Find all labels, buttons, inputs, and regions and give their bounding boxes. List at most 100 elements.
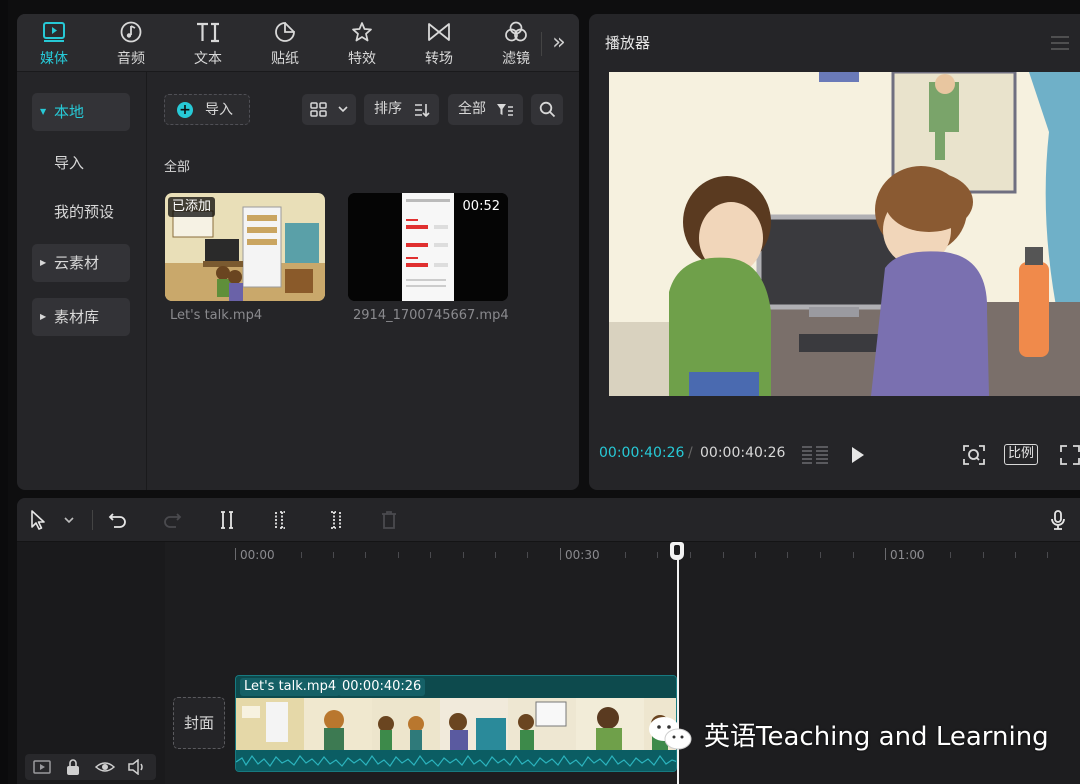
playhead-handle[interactable] — [670, 542, 684, 560]
sidebar-item-label: 云素材 — [54, 254, 100, 272]
lock-icon[interactable] — [65, 758, 81, 776]
tab-media[interactable]: 媒体 — [19, 14, 89, 72]
sort-label: 排序 — [374, 101, 402, 117]
ruler-tick — [527, 552, 528, 558]
text-icon — [197, 22, 219, 43]
expand-icon[interactable] — [1059, 444, 1080, 466]
search-button[interactable] — [531, 94, 563, 125]
audio-icon — [120, 21, 142, 43]
ruler-tick — [1047, 552, 1048, 558]
redo-icon — [164, 513, 182, 528]
media-filename: Let's talk.mp4 — [170, 308, 263, 323]
tab-effects[interactable]: 特效 — [327, 14, 397, 72]
media-panel: 媒体 音频 文本 贴纸 特效 转场 滤镜 » ▼ 本地 导入 我的预设 ▶ 云素… — [17, 14, 579, 490]
filter-label: 全部 — [458, 101, 486, 117]
effects-icon — [352, 22, 372, 42]
filter-icon — [505, 21, 527, 42]
grid-icon — [310, 102, 327, 117]
filter-button[interactable]: 全部 — [448, 94, 523, 125]
ruler-tick — [625, 552, 626, 558]
cartoon-scene-image — [609, 72, 1080, 396]
ruler-tick — [723, 552, 724, 558]
tab-media-label: 媒体 — [40, 51, 68, 67]
ruler-tick — [950, 552, 951, 558]
ruler-tick — [983, 552, 984, 558]
search-icon — [539, 101, 556, 118]
speaker-icon[interactable] — [127, 759, 147, 775]
transition-icon — [428, 23, 450, 41]
time-ruler[interactable]: 00:00 00:30 01:00 — [165, 542, 1080, 568]
trim-right-icon[interactable] — [324, 509, 346, 531]
watermark-text: 英语Teaching and Learning — [704, 722, 1049, 752]
tab-sticker[interactable]: 贴纸 — [250, 14, 320, 72]
chevron-down-icon — [338, 106, 348, 113]
cover-button[interactable]: 封面 — [173, 697, 225, 749]
track-header-column — [17, 542, 165, 784]
timeline-toolbar — [17, 498, 1080, 542]
import-button-label: 导入 — [205, 102, 233, 118]
sidebar-item-local[interactable]: ▼ 本地 — [32, 93, 130, 131]
import-button[interactable]: + 导入 — [164, 94, 250, 125]
video-track-icon[interactable] — [33, 759, 51, 775]
tab-audio[interactable]: 音频 — [96, 14, 166, 72]
sidebar-item-import[interactable]: 导入 — [32, 144, 130, 182]
play-icon[interactable] — [849, 444, 867, 466]
media-thumbnail-recording[interactable]: 00:52 — [348, 193, 508, 301]
tab-text-label: 文本 — [194, 51, 222, 67]
toolbar-divider — [92, 510, 93, 530]
tab-transition[interactable]: 转场 — [404, 14, 474, 72]
player-title: 播放器 — [605, 34, 651, 52]
ruler-tick — [853, 552, 854, 558]
select-cursor-icon[interactable] — [27, 509, 49, 531]
sidebar-item-label: 素材库 — [54, 308, 100, 326]
split-icon[interactable] — [216, 509, 238, 531]
chevron-down-icon[interactable] — [58, 509, 80, 531]
ruler-tick — [235, 548, 236, 560]
ruler-tick — [560, 548, 561, 560]
menu-icon[interactable] — [1051, 36, 1069, 50]
view-mode-button[interactable] — [302, 94, 356, 125]
eye-icon[interactable] — [95, 759, 115, 775]
waveform-icon[interactable] — [801, 444, 829, 466]
sidebar-item-cloud[interactable]: ▶ 云素材 — [32, 244, 130, 282]
undo-icon[interactable] — [107, 509, 129, 531]
tab-sticker-label: 贴纸 — [271, 51, 299, 67]
section-label: 全部 — [164, 160, 191, 175]
video-clip[interactable]: Let's talk.mp4 00:00:40:26 — [235, 675, 677, 772]
window-edge — [0, 0, 8, 784]
trim-left-icon[interactable] — [270, 509, 292, 531]
clip-frames-strip — [236, 698, 676, 750]
ruler-tick — [787, 552, 788, 558]
ruler-tick — [398, 552, 399, 558]
microphone-icon[interactable] — [1047, 509, 1069, 531]
ruler-label: 01:00 — [890, 548, 925, 562]
ruler-tick — [301, 552, 302, 558]
tab-text[interactable]: 文本 — [173, 14, 243, 72]
tab-transition-label: 转场 — [425, 51, 453, 67]
current-time: 00:00:40:26 — [599, 445, 685, 461]
sidebar-item-library[interactable]: ▶ 素材库 — [32, 298, 130, 336]
ratio-button[interactable]: 比例 — [1004, 444, 1038, 465]
clip-header: Let's talk.mp4 00:00:40:26 — [236, 676, 676, 698]
video-preview[interactable] — [609, 72, 1080, 396]
ruler-tick — [365, 552, 366, 558]
more-tabs-chevron-icon[interactable]: » — [547, 32, 571, 54]
ruler-tick — [430, 552, 431, 558]
caret-down-icon: ▼ — [40, 107, 47, 116]
player-panel: 播放器 00:00:40:26 / 00:00:40:26 比例 — [589, 14, 1080, 490]
time-separator: / — [688, 445, 693, 461]
ruler-tick — [885, 548, 886, 560]
sidebar-item-my-presets[interactable]: 我的预设 — [32, 193, 130, 231]
audio-waveform — [236, 750, 676, 771]
fullscreen-fit-icon[interactable] — [962, 444, 986, 466]
tab-effects-label: 特效 — [348, 51, 376, 67]
sort-button[interactable]: 排序 — [364, 94, 439, 125]
track-controls — [25, 754, 156, 780]
sidebar-item-label: 本地 — [54, 103, 85, 121]
ruler-tick — [820, 552, 821, 558]
media-thumbnail-lets-talk[interactable]: 已添加 — [165, 193, 325, 301]
ruler-tick — [463, 552, 464, 558]
ruler-tick — [755, 552, 756, 558]
sticker-icon — [275, 22, 295, 42]
media-filename: 2914_1700745667.mp4 — [353, 308, 509, 323]
